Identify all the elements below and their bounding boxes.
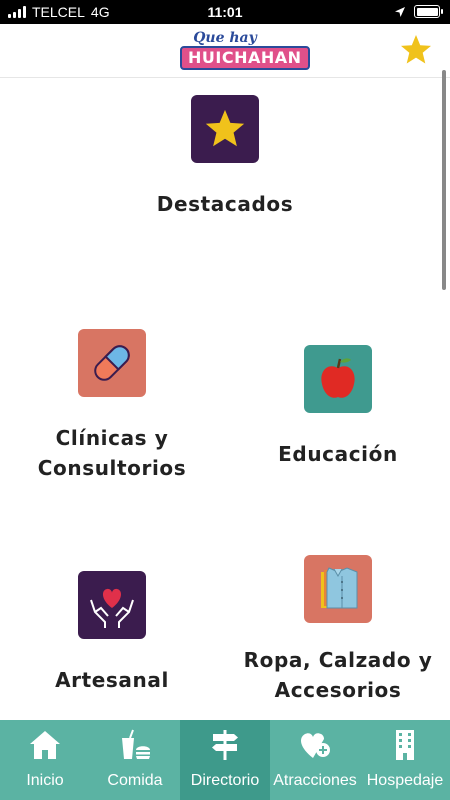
- favorites-star-icon[interactable]: [398, 32, 434, 68]
- category-label-line-2: Consultorios: [37, 456, 187, 480]
- tab-label: Inicio: [26, 772, 64, 789]
- signpost-icon: [212, 730, 238, 760]
- location-arrow-icon: [395, 6, 405, 17]
- logo-line-1: Que hay: [193, 30, 257, 46]
- category-label-line-2: Accesorios: [274, 678, 402, 702]
- category-label: Educación: [278, 442, 398, 466]
- tab-label: Atracciones: [273, 772, 357, 789]
- category-label: Artesanal: [55, 668, 169, 692]
- tab-directorio[interactable]: Directorio: [180, 720, 270, 800]
- bottom-tab-bar: Inicio Comida Directorio Atracciones Hos…: [0, 720, 450, 800]
- category-label-line-1: Clínicas y: [55, 426, 169, 450]
- category-destacados[interactable]: Destacados: [125, 95, 325, 219]
- battery-icon: [414, 5, 443, 18]
- category-label: Destacados: [156, 192, 294, 216]
- tab-atracciones[interactable]: Atracciones: [270, 720, 360, 800]
- logo-line-2: HUICHAHAN: [180, 46, 310, 70]
- apple-icon: [304, 345, 372, 413]
- tab-label: Directorio: [190, 772, 260, 789]
- home-icon: [30, 731, 60, 759]
- tab-inicio[interactable]: Inicio: [0, 720, 90, 800]
- food-icon: [122, 729, 150, 759]
- status-bar: TELCEL 4G 11:01: [0, 0, 450, 24]
- category-artesanal[interactable]: Artesanal: [12, 571, 212, 695]
- category-clinicas[interactable]: Clínicas y Consultorios: [12, 329, 212, 483]
- heart-plus-icon: [301, 733, 330, 758]
- category-label: Ropa, Calzado y Accesorios: [228, 645, 448, 705]
- category-label: Clínicas y Consultorios: [12, 423, 212, 483]
- category-educacion[interactable]: Educación: [238, 345, 438, 469]
- app-header: Que hay HUICHAHAN: [0, 24, 450, 78]
- clock: 11:01: [207, 4, 243, 20]
- pill-icon: [78, 329, 146, 397]
- tab-hospedaje[interactable]: Hospedaje: [360, 720, 450, 800]
- category-label-line-1: Ropa, Calzado y: [243, 648, 433, 672]
- tab-comida[interactable]: Comida: [90, 720, 180, 800]
- tab-label: Hospedaje: [366, 772, 444, 789]
- category-ropa[interactable]: Ropa, Calzado y Accesorios: [228, 555, 448, 705]
- scrollbar[interactable]: [442, 70, 446, 290]
- shirt-icon: [304, 555, 372, 623]
- heart-hands-icon: [78, 571, 146, 639]
- star-icon: [191, 95, 259, 163]
- app-logo[interactable]: Que hay HUICHAHAN: [180, 30, 310, 74]
- tab-label: Comida: [107, 772, 163, 789]
- building-icon: [396, 730, 414, 760]
